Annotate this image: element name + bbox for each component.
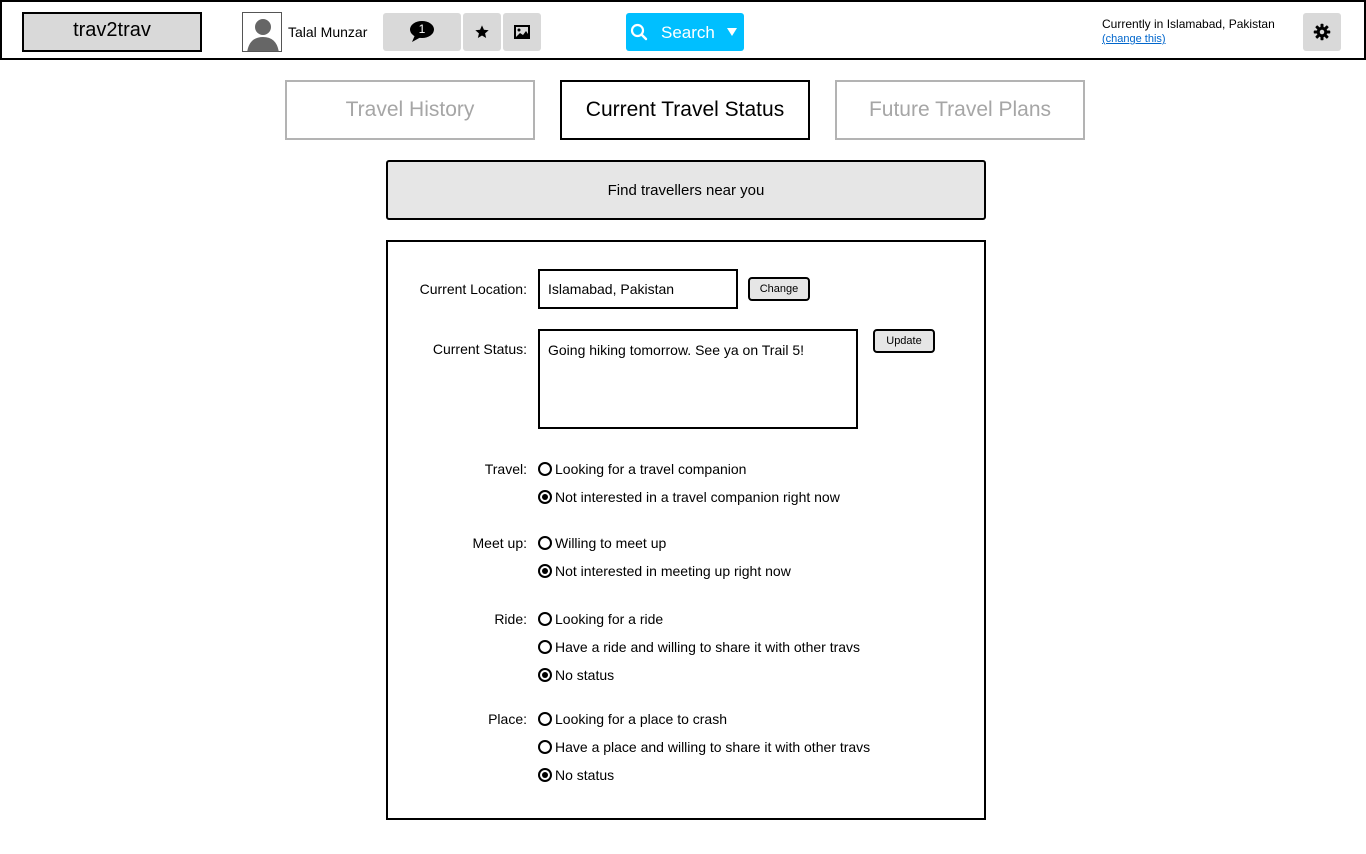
current-status-input[interactable]: Going hiking tomorrow. See ya on Trail 5… bbox=[538, 329, 858, 429]
meetup-option-willing[interactable]: Willing to meet up bbox=[538, 534, 666, 552]
radio-label: Have a ride and willing to share it with… bbox=[555, 639, 861, 655]
star-icon bbox=[475, 25, 489, 38]
radio-button[interactable] bbox=[538, 490, 552, 504]
search-icon bbox=[630, 23, 648, 41]
meet-up-label: Meet up: bbox=[472, 535, 527, 551]
radio-label: Looking for a travel companion bbox=[555, 461, 747, 477]
user-name[interactable]: Talal Munzar bbox=[288, 23, 367, 41]
image-icon bbox=[514, 25, 530, 39]
radio-label: Willing to meet up bbox=[555, 535, 667, 551]
gear-icon bbox=[1313, 23, 1331, 41]
place-label: Place: bbox=[488, 711, 527, 727]
radio-label: Not interested in meeting up right now bbox=[555, 563, 791, 579]
radio-button[interactable] bbox=[538, 668, 552, 682]
top-bar: trav2trav Talal Munzar 1 Search Currentl… bbox=[0, 0, 1366, 60]
avatar[interactable] bbox=[242, 12, 282, 52]
search-label: Search bbox=[661, 23, 715, 42]
radio-button[interactable] bbox=[538, 536, 552, 550]
user-silhouette-icon bbox=[243, 13, 281, 51]
tab-current-travel-status[interactable]: Current Travel Status bbox=[560, 80, 810, 140]
radio-label: Looking for a place to crash bbox=[555, 711, 727, 727]
radio-label: No status bbox=[555, 767, 615, 783]
find-travellers-button[interactable]: Find travellers near you bbox=[386, 160, 986, 220]
travel-label: Travel: bbox=[484, 461, 527, 477]
current-location-input[interactable]: Islamabad, Pakistan bbox=[538, 269, 738, 309]
messages-button[interactable]: 1 bbox=[383, 13, 461, 51]
radio-button[interactable] bbox=[538, 712, 552, 726]
tab-future-travel-plans[interactable]: Future Travel Plans bbox=[835, 80, 1085, 140]
radio-button[interactable] bbox=[538, 564, 552, 578]
radio-button[interactable] bbox=[538, 612, 552, 626]
place-option-no-status[interactable]: No status bbox=[538, 766, 614, 784]
meetup-option-not-interested[interactable]: Not interested in meeting up right now bbox=[538, 562, 791, 580]
ride-label: Ride: bbox=[494, 611, 527, 627]
search-button[interactable]: Search bbox=[626, 13, 744, 51]
status-form-panel bbox=[386, 240, 986, 820]
travel-option-looking-companion[interactable]: Looking for a travel companion bbox=[538, 460, 746, 478]
tab-travel-history[interactable]: Travel History bbox=[285, 80, 535, 140]
radio-button[interactable] bbox=[538, 768, 552, 782]
radio-button[interactable] bbox=[538, 462, 552, 476]
ride-option-have-ride[interactable]: Have a ride and willing to share it with… bbox=[538, 638, 860, 656]
radio-label: Not interested in a travel companion rig… bbox=[555, 489, 840, 505]
place-option-looking[interactable]: Looking for a place to crash bbox=[538, 710, 727, 728]
photos-button[interactable] bbox=[503, 13, 541, 51]
favorites-button[interactable] bbox=[463, 13, 501, 51]
change-location-button[interactable]: Change bbox=[748, 277, 810, 301]
settings-button[interactable] bbox=[1303, 13, 1341, 51]
change-location-link[interactable]: (change this) bbox=[1102, 33, 1166, 46]
place-option-have-place[interactable]: Have a place and willing to share it wit… bbox=[538, 738, 870, 756]
radio-button[interactable] bbox=[538, 740, 552, 754]
radio-label: Have a place and willing to share it wit… bbox=[555, 739, 871, 755]
current-location-label: Current Location: bbox=[419, 281, 527, 297]
message-count-badge: 1 bbox=[418, 22, 426, 36]
current-location-text: Currently in Islamabad, Pakistan bbox=[1102, 17, 1275, 31]
ride-option-looking[interactable]: Looking for a ride bbox=[538, 610, 663, 628]
logo-button[interactable]: trav2trav bbox=[22, 12, 202, 52]
current-status-label: Current Status: bbox=[432, 341, 527, 357]
radio-label: Looking for a ride bbox=[555, 611, 664, 627]
ride-option-no-status[interactable]: No status bbox=[538, 666, 614, 684]
travel-option-not-interested[interactable]: Not interested in a travel companion rig… bbox=[538, 488, 840, 506]
update-status-button[interactable]: Update bbox=[873, 329, 935, 353]
radio-label: No status bbox=[555, 667, 615, 683]
dropdown-caret-icon[interactable] bbox=[727, 28, 737, 36]
radio-button[interactable] bbox=[538, 640, 552, 654]
